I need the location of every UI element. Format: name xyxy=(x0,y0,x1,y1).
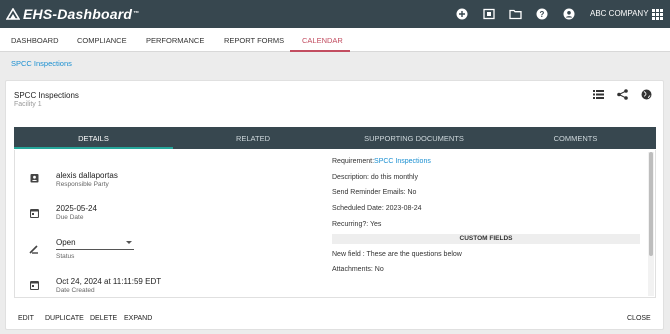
document-icon[interactable] xyxy=(482,7,496,21)
delete-button[interactable]: DELETE xyxy=(90,315,117,322)
attachments-line: Attachments: No xyxy=(332,266,384,273)
nav-report-forms[interactable]: REPORT FORMS xyxy=(224,36,284,45)
list-view-icon[interactable] xyxy=(592,88,604,100)
account-icon[interactable] xyxy=(562,7,576,21)
duplicate-button[interactable]: DUPLICATE xyxy=(45,315,84,322)
details-scrollbar-thumb[interactable] xyxy=(649,152,653,256)
due-date-label: Due Date xyxy=(56,214,84,221)
record-subtitle: Facility 1 xyxy=(14,101,42,108)
apps-grid-icon[interactable] xyxy=(650,7,664,21)
edit-button[interactable]: EDIT xyxy=(18,315,34,322)
calendar-icon xyxy=(29,208,39,218)
folder-icon[interactable] xyxy=(508,7,522,21)
calendar-created-icon xyxy=(29,280,39,290)
description-line: Description: do this monthly xyxy=(332,174,418,181)
chevron-down-icon xyxy=(126,241,132,244)
record-title: SPCC Inspections xyxy=(14,91,79,100)
nav-dashboard[interactable]: DASHBOARD xyxy=(11,36,59,45)
responsible-party-value: alexis dallaportas xyxy=(56,171,118,180)
status-signal-icon xyxy=(29,244,39,254)
logo-text: EHS-Dashboard xyxy=(23,6,133,22)
app-logo[interactable]: EHS-Dashboard ™ xyxy=(6,4,139,24)
help-icon[interactable]: ? xyxy=(535,7,549,21)
logo-mark-icon xyxy=(6,8,20,20)
date-created-value: Oct 24, 2024 at 11:11:59 EDT xyxy=(56,277,162,286)
globe-icon[interactable] xyxy=(640,88,652,100)
company-name[interactable]: ABC COMPANY xyxy=(590,9,649,18)
new-field-line: New field : These are the questions belo… xyxy=(332,251,462,258)
responsible-party-label: Responsible Party xyxy=(56,181,109,188)
date-created-label: Date Created xyxy=(56,287,95,294)
nav-compliance[interactable]: COMPLIANCE xyxy=(77,36,127,45)
due-date-value: 2025-05-24 xyxy=(56,204,97,213)
requirement-label: Requirement: xyxy=(332,158,375,165)
recurring-line: Recurring?: Yes xyxy=(332,221,382,228)
plus-circle-icon[interactable] xyxy=(455,7,469,21)
nav-active-indicator xyxy=(290,50,350,52)
custom-fields-header: CUSTOM FIELDS xyxy=(332,234,640,244)
badge-icon xyxy=(29,173,39,183)
breadcrumb[interactable]: SPCC Inspections xyxy=(11,59,72,68)
nav-calendar[interactable]: CALENDAR xyxy=(302,36,343,45)
scheduled-date-line: Scheduled Date: 2023-08-24 xyxy=(332,205,422,212)
requirement-link[interactable]: SPCC Inspections xyxy=(374,158,431,165)
share-icon[interactable] xyxy=(616,88,628,100)
tab-related[interactable]: RELATED xyxy=(173,127,333,149)
requirement-line: Requirement:SPCC Inspections xyxy=(332,158,431,165)
status-label: Status xyxy=(56,253,75,260)
reminder-line: Send Reminder Emails: No xyxy=(332,189,417,196)
logo-trademark: ™ xyxy=(133,11,140,17)
status-select[interactable]: Open xyxy=(56,238,134,250)
close-button[interactable]: CLOSE xyxy=(627,315,651,322)
expand-button[interactable]: EXPAND xyxy=(124,315,152,322)
svg-text:?: ? xyxy=(540,10,545,19)
nav-performance[interactable]: PERFORMANCE xyxy=(146,36,204,45)
tab-supporting-documents[interactable]: SUPPORTING DOCUMENTS xyxy=(333,127,495,149)
status-select-value: Open xyxy=(56,238,76,247)
tab-details[interactable]: DETAILS xyxy=(14,127,173,149)
tab-comments[interactable]: COMMENTS xyxy=(495,127,656,149)
tab-active-indicator xyxy=(14,147,173,149)
